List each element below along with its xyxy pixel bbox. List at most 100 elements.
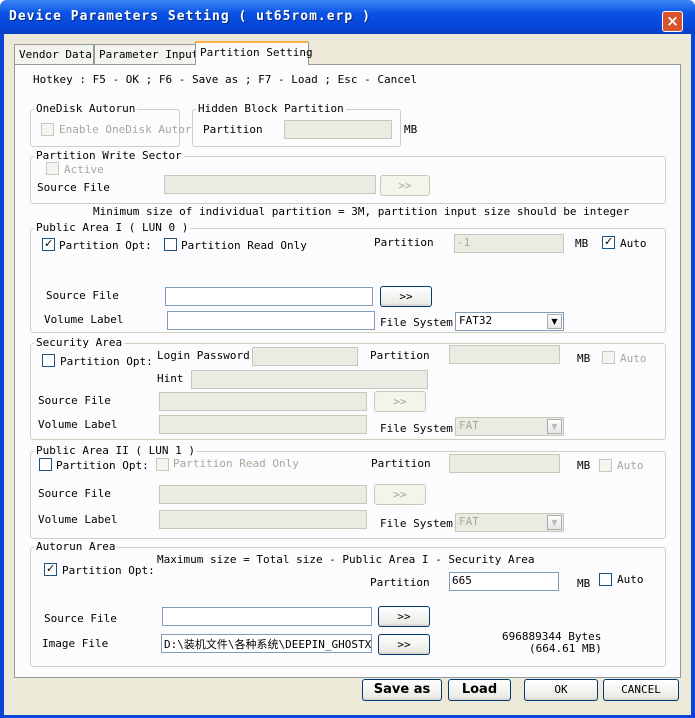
public2-auto-label: Auto <box>617 459 644 472</box>
public1-readonly-label: Partition Read Only <box>181 239 307 252</box>
enable-onedisk-label: Enable OneDisk Autor <box>59 123 192 136</box>
security-filesystem-select[interactable]: FAT ▼ <box>455 417 564 436</box>
security-browse-button[interactable]: >> <box>374 391 426 412</box>
min-size-note: Minimum size of individual partition = 3… <box>93 205 630 218</box>
tab-vendor-data[interactable]: Vendor Data <box>14 44 94 64</box>
pws-active-checkbox[interactable] <box>46 162 59 175</box>
autorun-auto-checkbox[interactable] <box>599 573 612 586</box>
security-volume-input[interactable] <box>159 415 367 434</box>
autorun-auto-label: Auto <box>617 573 644 586</box>
public1-volume-label: Volume Label <box>44 313 124 326</box>
public2-readonly-label: Partition Read Only <box>173 457 299 470</box>
public2-filesystem-select[interactable]: FAT ▼ <box>455 513 564 532</box>
security-hint-input[interactable] <box>191 370 428 389</box>
security-source-label: Source File <box>38 394 111 407</box>
autorun-source-label: Source File <box>44 612 117 625</box>
hotkey-text: Hotkey : F5 - OK ; F6 - Save as ; F7 - L… <box>33 73 418 86</box>
public2-partition-input[interactable] <box>449 454 560 473</box>
partition-write-sector-group: Partition Write Sector Active Source Fil… <box>30 149 666 204</box>
autorun-group-title: Autorun Area <box>34 540 118 553</box>
autorun-source-browse-button[interactable]: >> <box>378 606 430 627</box>
pws-active-label: Active <box>64 163 104 176</box>
public1-fs-label: File System <box>380 316 453 329</box>
security-volume-label: Volume Label <box>38 418 118 431</box>
security-login-label: Login Password <box>157 349 250 362</box>
public2-partition-label: Partition <box>371 457 431 470</box>
public2-opt-label: Partition Opt: <box>56 459 149 472</box>
security-hint-label: Hint <box>157 372 184 385</box>
public1-auto-checkbox[interactable]: ✓ <box>602 235 615 249</box>
public1-source-input[interactable] <box>165 287 373 306</box>
public2-browse-button[interactable]: >> <box>374 484 426 505</box>
autorun-area-group: Autorun Area Maximum size = Total size -… <box>30 540 666 667</box>
onedisk-group-title: OneDisk Autorun <box>34 102 138 115</box>
chevron-down-icon: ▼ <box>547 419 562 434</box>
hidden-block-partition-group: Hidden Block Partition Partition MB <box>192 102 417 147</box>
autorun-source-input[interactable] <box>162 607 372 626</box>
dialog-client: Vendor Data Parameter Input Partition Se… <box>4 34 691 715</box>
close-icon[interactable]: × <box>662 11 683 32</box>
security-login-input[interactable] <box>252 347 358 366</box>
hidden-unit-label: MB <box>404 123 418 136</box>
public1-volume-input[interactable] <box>167 311 375 330</box>
public1-group-title: Public Area I ( LUN 0 ) <box>34 221 191 234</box>
chevron-down-icon: ▼ <box>547 314 562 329</box>
public2-unit-label: MB <box>577 459 591 472</box>
autorun-opt-label: Partition Opt: <box>62 564 155 577</box>
hidden-partition-input[interactable] <box>284 120 392 139</box>
public2-source-label: Source File <box>38 487 111 500</box>
public1-partition-label: Partition <box>374 236 434 249</box>
public1-partition-input[interactable]: -1 <box>454 234 564 253</box>
security-partition-input[interactable] <box>449 345 560 364</box>
security-auto-label: Auto <box>620 352 647 365</box>
ok-button[interactable]: OK <box>524 679 598 701</box>
security-unit-label: MB <box>577 352 591 365</box>
public1-source-label: Source File <box>46 289 119 302</box>
public1-browse-button[interactable]: >> <box>380 286 432 307</box>
security-opt-label: Partition Opt: <box>60 355 153 368</box>
autorun-partition-input[interactable]: 665 <box>449 572 559 591</box>
dialog-window: Device Parameters Setting ( ut65rom.erp … <box>0 0 695 718</box>
onedisk-autorun-group: OneDisk Autorun Enable OneDisk Autor <box>30 102 191 147</box>
public1-readonly-checkbox[interactable] <box>164 238 177 251</box>
autorun-image-input[interactable]: D:\装机文件\各种系统\DEEPIN_GHOSTX <box>161 634 372 653</box>
public1-fs-value: FAT32 <box>459 314 493 327</box>
autorun-unit-label: MB <box>577 577 591 590</box>
public2-group-title: Public Area II ( LUN 1 ) <box>34 444 197 457</box>
security-fs-label: File System <box>380 422 453 435</box>
security-source-input[interactable] <box>159 392 367 411</box>
security-fs-value: FAT <box>459 419 479 432</box>
security-auto-checkbox[interactable] <box>602 351 615 364</box>
tab-partition-setting[interactable]: Partition Setting <box>195 41 313 65</box>
save-as-button[interactable]: Save as <box>362 679 442 701</box>
security-area-group: Security Area Partition Opt: Login Passw… <box>30 336 666 440</box>
autorun-partition-label: Partition <box>370 576 430 589</box>
public1-opt-checkbox[interactable]: ✓ <box>42 237 55 251</box>
autorun-image-label: Image File <box>42 637 109 650</box>
autorun-max-size-note: Maximum size = Total size - Public Area … <box>157 553 535 566</box>
autorun-image-browse-button[interactable]: >> <box>378 634 430 655</box>
autorun-opt-checkbox[interactable]: ✓ <box>44 562 57 576</box>
pws-group-title: Partition Write Sector <box>34 149 184 162</box>
security-partition-label: Partition <box>370 349 430 362</box>
public1-opt-label: Partition Opt: <box>59 239 152 252</box>
public2-opt-checkbox[interactable] <box>39 458 52 471</box>
public-area-1-group: Public Area I ( LUN 0 ) ✓ Partition Opt:… <box>30 221 666 333</box>
public2-auto-checkbox[interactable] <box>599 459 612 472</box>
public2-volume-label: Volume Label <box>38 513 118 526</box>
autorun-mb-text: (664.61 MB) <box>529 642 602 655</box>
public2-source-input[interactable] <box>159 485 367 504</box>
title-bar[interactable]: Device Parameters Setting ( ut65rom.erp … <box>0 0 695 34</box>
pws-browse-button[interactable]: >> <box>380 175 430 196</box>
public1-filesystem-select[interactable]: FAT32 ▼ <box>455 312 564 331</box>
public2-fs-label: File System <box>380 517 453 530</box>
pws-source-input[interactable] <box>164 175 376 194</box>
cancel-button[interactable]: CANCEL <box>603 679 679 701</box>
enable-onedisk-checkbox[interactable] <box>41 123 54 136</box>
public2-volume-input[interactable] <box>159 510 367 529</box>
security-opt-checkbox[interactable] <box>42 354 55 367</box>
load-button[interactable]: Load <box>448 679 511 701</box>
tab-parameter-input[interactable]: Parameter Input <box>94 44 198 64</box>
public2-readonly-checkbox[interactable] <box>156 458 169 471</box>
security-group-title: Security Area <box>34 336 125 349</box>
